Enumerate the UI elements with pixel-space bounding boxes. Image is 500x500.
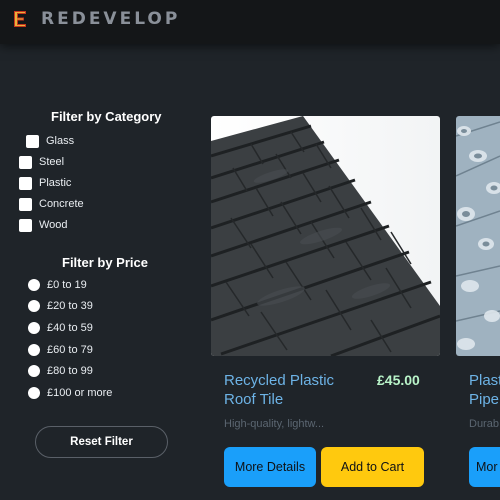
price-label: £0 to 19 — [47, 279, 87, 291]
product-image-plastic-pipe[interactable] — [456, 116, 500, 356]
category-option-plastic[interactable]: Plastic — [19, 175, 71, 191]
product-title-line: Recycled Plastic — [224, 372, 335, 389]
reset-filter-button[interactable]: Reset Filter — [35, 426, 168, 458]
product-title[interactable]: Plast Pipe — [469, 371, 500, 409]
category-label: Wood — [39, 219, 68, 231]
price-label: £20 to 39 — [47, 300, 93, 312]
add-to-cart-button[interactable]: Add to Cart — [321, 447, 424, 487]
category-label: Concrete — [39, 198, 84, 210]
radio-button[interactable] — [28, 344, 40, 356]
brand-name[interactable]: REDEVELOP — [41, 9, 180, 29]
category-option-concrete[interactable]: Concrete — [19, 196, 84, 212]
category-option-wood[interactable]: Wood — [19, 217, 68, 233]
price-filter-title: Filter by Price — [62, 255, 148, 270]
product-title-line: Pipe — [469, 391, 500, 408]
category-option-steel[interactable]: Steel — [19, 154, 64, 170]
checkbox[interactable] — [26, 134, 39, 148]
category-option-glass[interactable]: Glass — [26, 133, 74, 149]
price-option-20-39[interactable]: £20 to 39 — [28, 298, 93, 314]
radio-button[interactable] — [28, 279, 40, 291]
radio-button[interactable] — [28, 300, 40, 312]
price-option-100-plus[interactable]: £100 or more — [28, 385, 112, 401]
category-label: Steel — [39, 156, 65, 168]
price-label: £60 to 79 — [47, 344, 93, 356]
checkbox[interactable] — [19, 176, 32, 190]
radio-button[interactable] — [28, 322, 40, 334]
product-title[interactable]: Recycled Plastic Roof Tile — [224, 371, 334, 409]
price-option-0-19[interactable]: £0 to 19 — [28, 277, 87, 293]
radio-button[interactable] — [28, 365, 40, 377]
checkbox[interactable] — [19, 155, 32, 169]
product-title-line: Plast — [469, 372, 500, 389]
price-label: £80 to 99 — [47, 365, 93, 377]
e-logo-icon[interactable] — [11, 9, 29, 29]
more-details-button[interactable]: More Details — [224, 447, 316, 487]
radio-button[interactable] — [28, 387, 40, 399]
price-option-40-59[interactable]: £40 to 59 — [28, 320, 93, 336]
checkbox[interactable] — [19, 218, 32, 232]
price-option-80-99[interactable]: £80 to 99 — [28, 363, 93, 379]
product-image-roof-tile[interactable] — [211, 116, 440, 356]
checkbox[interactable] — [19, 197, 32, 211]
category-label: Glass — [46, 135, 75, 147]
more-details-button[interactable]: Mor — [469, 447, 500, 487]
price-label: £40 to 59 — [47, 322, 93, 334]
top-navbar: REDEVELOP — [0, 0, 500, 44]
product-description: High-quality, lightw... — [224, 418, 325, 430]
product-price: £45.00 — [377, 372, 420, 388]
price-option-60-79[interactable]: £60 to 79 — [28, 342, 93, 358]
category-filter-title: Filter by Category — [51, 109, 162, 124]
price-label: £100 or more — [47, 387, 113, 399]
category-label: Plastic — [39, 177, 72, 189]
product-title-line: Roof Tile — [224, 391, 284, 408]
product-description: Durab — [469, 418, 499, 430]
